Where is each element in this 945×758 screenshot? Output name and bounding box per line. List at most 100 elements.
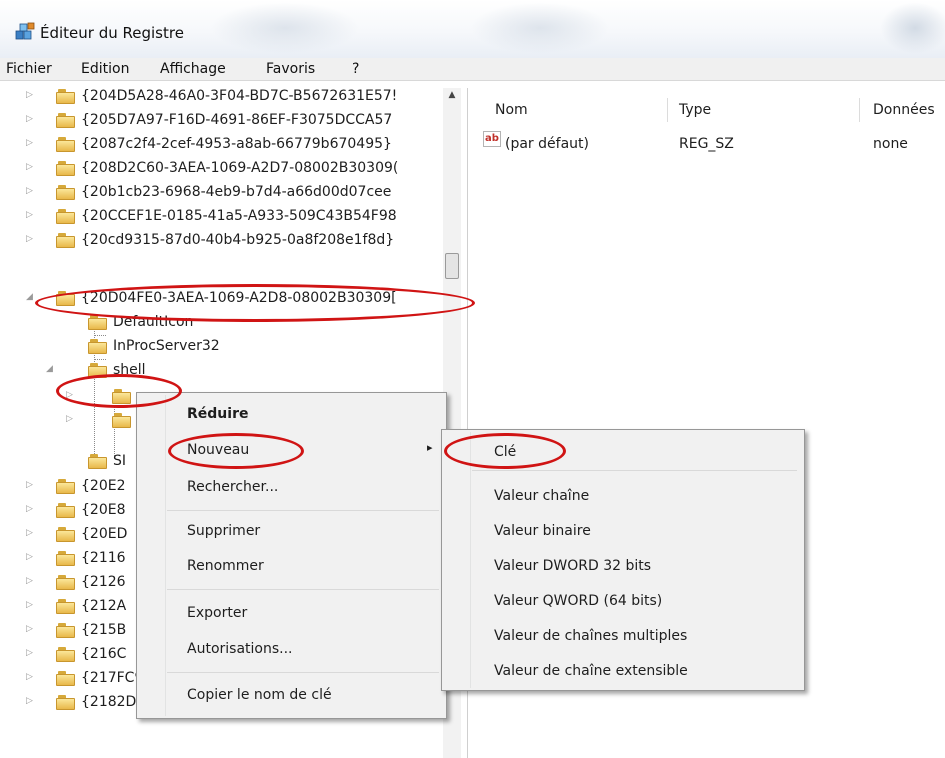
- menu-item-nouveau[interactable]: Nouveau: [187, 442, 249, 458]
- expand-arrow-icon[interactable]: ▷: [66, 414, 73, 424]
- title-background-decoration: [880, 2, 945, 54]
- tree-item-label[interactable]: {205D7A97-F16D-4691-86EF-F3075DCCA57: [81, 112, 392, 128]
- tree-row[interactable]: ◢ shell: [12, 360, 467, 382]
- context-menu: Réduire Nouveau ▸ Rechercher... Supprime…: [136, 392, 447, 719]
- tree-item-label[interactable]: DefaultIcon: [113, 314, 193, 330]
- tree-item-label[interactable]: {215B: [81, 622, 126, 638]
- registry-editor-icon[interactable]: [15, 22, 35, 40]
- submenu-item-valeur-chaine[interactable]: Valeur chaîne: [494, 488, 589, 504]
- folder-icon: [56, 623, 76, 638]
- expand-arrow-icon[interactable]: ▷: [66, 390, 73, 400]
- expand-arrow-icon[interactable]: ▷: [26, 480, 33, 490]
- expand-arrow-icon[interactable]: ▷: [26, 186, 33, 196]
- submenu-item-qword[interactable]: Valeur QWORD (64 bits): [494, 593, 662, 609]
- tree-item-label[interactable]: {20b1cb23-6968-4eb9-b7d4-a66d00d07cee: [81, 184, 391, 200]
- folder-icon: [56, 137, 76, 152]
- folder-icon: [56, 527, 76, 542]
- scroll-thumb[interactable]: [445, 253, 459, 279]
- column-donnees[interactable]: Données: [873, 102, 935, 118]
- expand-arrow-icon[interactable]: ▷: [26, 576, 33, 586]
- tree-item-label[interactable]: InProcServer32: [113, 338, 220, 354]
- expand-arrow-icon[interactable]: ▷: [26, 696, 33, 706]
- menu-item-copier-nom-cle[interactable]: Copier le nom de clé: [187, 687, 332, 703]
- folder-icon: [56, 161, 76, 176]
- tree-item-label[interactable]: {20ED: [81, 526, 127, 542]
- tree-item-label[interactable]: shell: [113, 362, 146, 378]
- submenu-nouveau: Clé Valeur chaîne Valeur binaire Valeur …: [441, 429, 805, 691]
- tree-item-label[interactable]: {20E2: [81, 478, 125, 494]
- tree-row[interactable]: InProcServer32: [12, 336, 467, 358]
- expand-arrow-icon[interactable]: ▷: [26, 600, 33, 610]
- tree-item-label[interactable]: {20CCEF1E-0185-41a5-A933-509C43B54F98: [81, 208, 397, 224]
- tree-item-label[interactable]: {20D04FE0-3AEA-1069-A2D8-08002B30309[: [81, 290, 397, 306]
- expand-arrow-icon[interactable]: ▷: [26, 552, 33, 562]
- tree-item-label[interactable]: {2116: [81, 550, 126, 566]
- value-type[interactable]: REG_SZ: [679, 136, 734, 152]
- column-separator[interactable]: [667, 98, 668, 122]
- expand-arrow-icon[interactable]: ▷: [26, 234, 33, 244]
- tree-item-label[interactable]: {2087c2f4-2cef-4953-a8ab-66779b670495}: [81, 136, 392, 152]
- folder-icon: [56, 291, 76, 306]
- tree-row[interactable]: ▷ {204D5A28-46A0-3F04-BD7C-B5672631E57!: [12, 88, 467, 108]
- tree-row[interactable]: ▷ {205D7A97-F16D-4691-86EF-F3075DCCA57: [12, 110, 467, 132]
- submenu-item-cle[interactable]: Clé: [494, 444, 516, 460]
- tree-item-label[interactable]: {20E8: [81, 502, 125, 518]
- expand-arrow-icon[interactable]: ▷: [26, 138, 33, 148]
- tree-item-label[interactable]: {2126: [81, 574, 126, 590]
- menu-help[interactable]: ?: [352, 61, 359, 77]
- submenu-item-chaine-extensible[interactable]: Valeur de chaîne extensible: [494, 663, 688, 679]
- menu-affichage[interactable]: Affichage: [160, 61, 226, 77]
- column-nom[interactable]: Nom: [495, 102, 528, 118]
- tree-item-label[interactable]: {216C: [81, 646, 126, 662]
- folder-icon: [56, 575, 76, 590]
- menu-item-exporter[interactable]: Exporter: [187, 605, 247, 621]
- folder-icon: [56, 233, 76, 248]
- value-data[interactable]: none: [873, 136, 908, 152]
- menu-fichier[interactable]: Fichier: [6, 61, 52, 77]
- collapse-arrow-icon[interactable]: ◢: [46, 364, 53, 374]
- expand-arrow-icon[interactable]: ▷: [26, 648, 33, 658]
- column-type[interactable]: Type: [679, 102, 711, 118]
- tree-item-label[interactable]: {204D5A28-46A0-3F04-BD7C-B5672631E57!: [81, 88, 397, 104]
- folder-icon: [88, 339, 108, 354]
- expand-arrow-icon[interactable]: ▷: [26, 162, 33, 172]
- menu-item-reduire[interactable]: Réduire: [187, 406, 248, 422]
- tree-item-label[interactable]: {208D2C60-3AEA-1069-A2D7-08002B30309(: [81, 160, 398, 176]
- tree-row[interactable]: ▷ {208D2C60-3AEA-1069-A2D7-08002B30309(: [12, 158, 467, 180]
- expand-arrow-icon[interactable]: ▷: [26, 672, 33, 682]
- menu-separator: [167, 510, 439, 511]
- tree-row[interactable]: ▷ {20b1cb23-6968-4eb9-b7d4-a66d00d07cee: [12, 182, 467, 204]
- column-separator[interactable]: [859, 98, 860, 122]
- menu-favoris[interactable]: Favoris: [266, 61, 315, 77]
- expand-arrow-icon[interactable]: ▷: [26, 624, 33, 634]
- menu-item-renommer[interactable]: Renommer: [187, 558, 264, 574]
- menu-item-autorisations[interactable]: Autorisations...: [187, 641, 293, 657]
- submenu-item-chaines-multiples[interactable]: Valeur de chaînes multiples: [494, 628, 687, 644]
- tree-row[interactable]: ▷ {20cd9315-87d0-40b4-b925-0a8f208e1f8d}: [12, 230, 467, 252]
- value-name[interactable]: (par défaut): [505, 136, 589, 152]
- collapse-arrow-icon[interactable]: ◢: [26, 292, 33, 302]
- folder-icon: [112, 389, 132, 404]
- expand-arrow-icon[interactable]: ▷: [26, 528, 33, 538]
- submenu-item-valeur-binaire[interactable]: Valeur binaire: [494, 523, 591, 539]
- menu-item-supprimer[interactable]: Supprimer: [187, 523, 260, 539]
- scroll-up-icon[interactable]: ▲: [443, 90, 461, 104]
- tree-row[interactable]: ▷ {2087c2f4-2cef-4953-a8ab-66779b670495}: [12, 134, 467, 156]
- expand-arrow-icon[interactable]: ▷: [26, 114, 33, 124]
- expand-arrow-icon[interactable]: ▷: [26, 504, 33, 514]
- expand-arrow-icon[interactable]: ▷: [26, 90, 33, 100]
- tree-row[interactable]: ▷ {20CCEF1E-0185-41a5-A933-509C43B54F98: [12, 206, 467, 228]
- folder-icon: [112, 413, 132, 428]
- folder-icon: [56, 479, 76, 494]
- folder-icon: [88, 363, 108, 378]
- menu-separator: [167, 672, 439, 673]
- tree-item-label[interactable]: SI: [113, 453, 126, 469]
- tree-row[interactable]: ◢ {20D04FE0-3AEA-1069-A2D8-08002B30309[: [12, 288, 467, 310]
- tree-item-label[interactable]: {212A: [81, 598, 126, 614]
- expand-arrow-icon[interactable]: ▷: [26, 210, 33, 220]
- tree-item-label[interactable]: {20cd9315-87d0-40b4-b925-0a8f208e1f8d}: [81, 232, 394, 248]
- tree-row[interactable]: DefaultIcon: [12, 312, 467, 334]
- submenu-item-dword[interactable]: Valeur DWORD 32 bits: [494, 558, 651, 574]
- menu-edition[interactable]: Edition: [81, 61, 129, 77]
- menu-item-rechercher[interactable]: Rechercher...: [187, 479, 278, 495]
